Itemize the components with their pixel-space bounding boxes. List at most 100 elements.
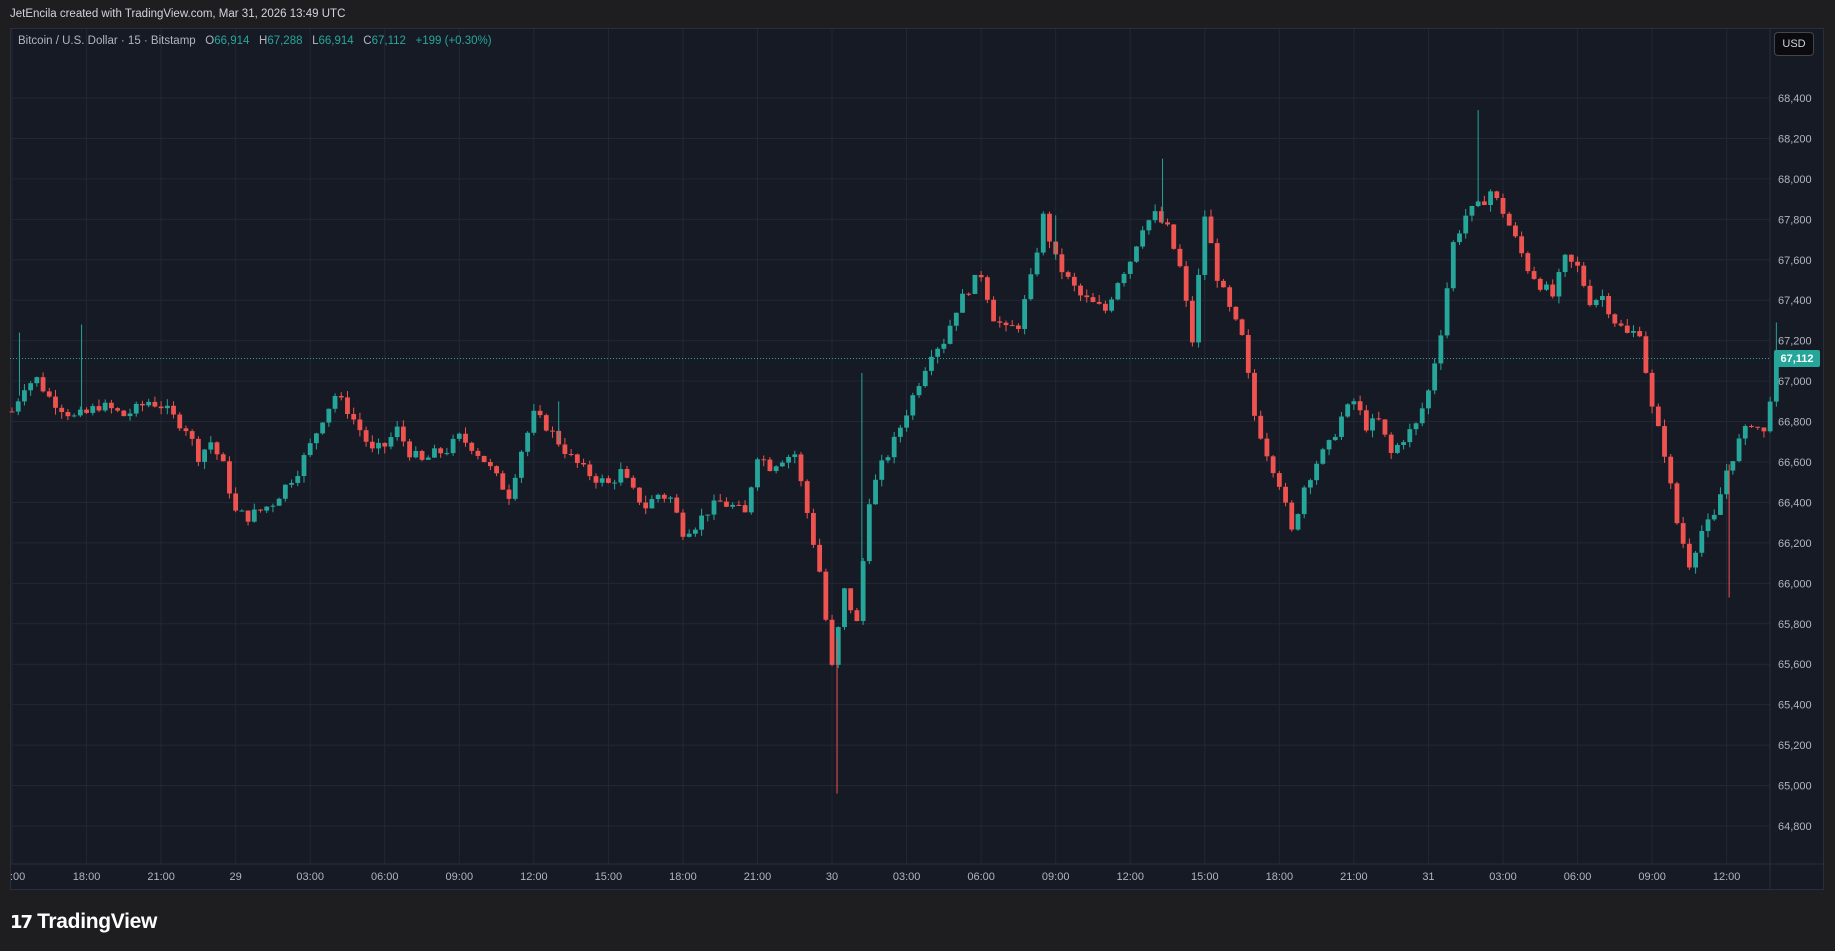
y-tick-label: 67,000 [1778,376,1812,388]
candle-body [668,497,673,499]
candle-body [1730,461,1736,471]
candle-body [1649,372,1655,407]
candle-body [947,325,953,344]
candle-body [1444,288,1450,336]
candle-body [202,449,207,462]
candle-body [1388,434,1394,453]
candle-body [90,406,96,413]
candle-body [866,504,872,562]
candle-body [363,430,369,442]
candle-body [1618,323,1624,326]
candle-body [637,487,642,503]
candle-body [208,442,214,450]
tradingview-logo-icon: 𝟭𝟳 [10,911,33,932]
x-tick-label: 12:00 [520,871,548,883]
y-tick-label: 65,800 [1778,619,1812,631]
candle-body [394,426,400,438]
candle-body [214,442,220,455]
candle-body [1494,191,1500,199]
candle-body [469,442,475,451]
candle-body [1767,401,1773,432]
candlestick-chart[interactable]: 64,800 65,000 65,200 65,400 65,600 65,800 66,0… [0,0,1835,951]
y-tick-label: 67,200 [1778,336,1812,348]
candle-body [1127,261,1133,274]
candle-body [314,433,319,444]
candle-body [388,437,394,447]
candle-body [1245,335,1251,373]
candle-body [543,415,549,431]
candle-body [400,426,406,442]
x-tick-label: 06:00 [371,871,399,883]
x-tick-label: 21:00 [1340,871,1368,883]
candle-body [1519,236,1525,254]
candle-body [1488,191,1493,205]
candle-body [494,466,499,474]
candle-body [512,477,518,499]
candle-body [1084,295,1090,298]
candle-body [270,505,276,507]
candle-body [941,343,947,349]
candle-body [1022,299,1028,329]
candle-body [1183,266,1189,301]
candle-body [133,403,139,414]
candle-body [1705,519,1711,532]
candle-body [804,481,810,513]
candle-body [109,402,114,409]
candle-body [686,533,692,537]
candle-body [1177,248,1183,267]
candle-body [301,455,307,477]
candle-body [282,484,288,499]
candle-body [568,453,574,455]
candle-body [1320,449,1326,464]
currency-button[interactable]: USD [1774,32,1814,56]
open-label: O [205,35,215,47]
candle-body [326,408,332,423]
y-tick-label: 68,400 [1778,93,1812,105]
candle-body [40,377,46,392]
tradingview-logo[interactable]: 𝟭𝟳 TradingView [10,910,157,934]
candle-body [966,293,972,295]
candle-body [475,450,481,456]
candle-body [767,459,773,472]
candle-body [1655,406,1661,427]
candle-body [1028,274,1034,300]
candle-body [171,405,176,415]
candle-body [1426,390,1431,409]
candle-body [811,512,816,545]
candle-body [978,274,984,278]
candle-body [1413,423,1419,430]
symbol-legend[interactable]: Bitcoin / U.S. Dollar · 15 · Bitstamp O6… [18,35,492,47]
y-tick-label: 65,400 [1778,700,1812,712]
candle-body [910,395,916,416]
candle-body [320,422,326,434]
candle-body [699,515,704,530]
candle-body [1357,401,1363,411]
candle-body [897,427,903,437]
candle-body [127,413,133,417]
candle-body [885,457,891,461]
x-tick-label: 31 [1422,871,1434,883]
candle-body [1202,216,1208,275]
candle-body [1059,254,1065,273]
candle-body [1214,243,1220,281]
candle-body [1363,410,1369,431]
candle-body [724,501,729,507]
candle-body [574,454,580,463]
y-tick-label: 66,800 [1778,417,1812,429]
candle-body [382,442,388,447]
candle-body [717,500,723,502]
candle-body [376,442,381,449]
candle-body [1593,300,1599,306]
last-price-label: 67,112 [1774,350,1820,367]
candle-body [562,444,568,454]
candle-body [407,441,412,458]
candle-body [1165,222,1170,225]
candle-body [1370,418,1375,431]
x-tick-label: 06:00 [1564,871,1592,883]
x-tick-label: 21:00 [744,871,772,883]
candle-body [680,512,686,537]
candle-body [245,510,251,522]
candle-body [1103,303,1108,311]
candle-body [922,370,928,387]
candle-body [438,448,444,454]
